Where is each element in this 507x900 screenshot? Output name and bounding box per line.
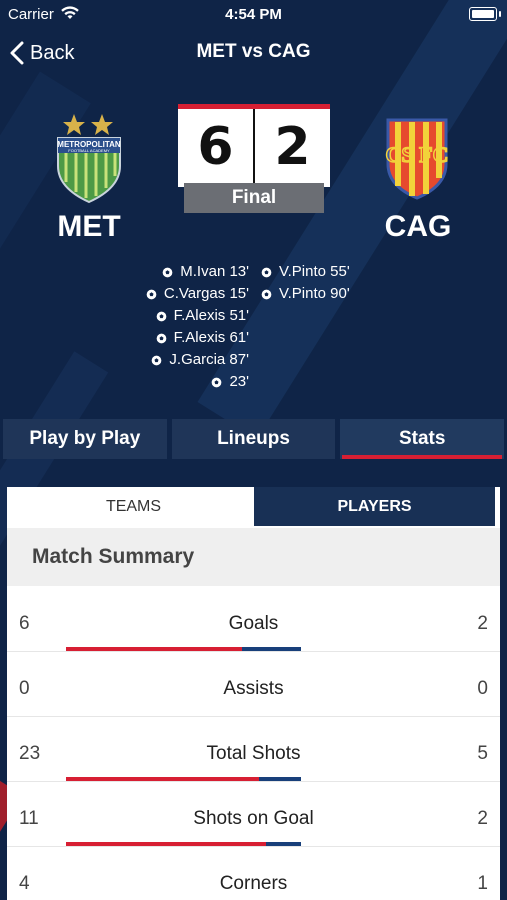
goal-scorer-text: J.Garcia 87' bbox=[169, 351, 249, 368]
goal-scorer-text: F.Alexis 51' bbox=[173, 307, 249, 324]
goal-scorer-text: 23' bbox=[229, 373, 249, 390]
goal-scorer-text: M.Ivan 13' bbox=[180, 263, 249, 280]
match-summary-title: Match Summary bbox=[32, 545, 195, 568]
section-tabs: Play by Play Lineups Stats bbox=[3, 419, 505, 459]
goal-scorer: C.Vargas 15' bbox=[146, 283, 249, 305]
soccer-ball-icon bbox=[156, 311, 166, 321]
goal-scorer-text: C.Vargas 15' bbox=[163, 285, 249, 302]
match-status-badge: Final bbox=[184, 183, 324, 213]
goal-scorer: M.Ivan 13' bbox=[146, 261, 249, 283]
home-crest-subtext: FOOTBALL ACADEMY bbox=[68, 148, 110, 153]
goal-scorer: V.Pinto 55' bbox=[261, 261, 350, 283]
stat-bar-home bbox=[66, 842, 266, 846]
stat-comparison-bar bbox=[66, 842, 301, 846]
soccer-ball-icon bbox=[162, 267, 173, 277]
goal-scorer: F.Alexis 61' bbox=[146, 327, 249, 349]
stat-row: 6 Goals 2 bbox=[7, 587, 500, 652]
subtab-teams[interactable]: TEAMS bbox=[13, 487, 254, 526]
away-team-abbr: CAG bbox=[384, 210, 452, 243]
goal-scorer: J.Garcia 87' bbox=[146, 349, 249, 371]
home-scorers-list: M.Ivan 13' C.Vargas 15' F.Alexis 51' F.Alex… bbox=[146, 261, 249, 393]
stat-row: 11 Shots on Goal 2 bbox=[7, 782, 500, 847]
soccer-ball-icon bbox=[261, 267, 272, 277]
stats-card: TEAMS PLAYERS Match Summary 6 Goals 2 0 Assi… bbox=[7, 487, 500, 900]
stat-away-value: 2 bbox=[477, 613, 488, 634]
tab-play-by-play[interactable]: Play by Play bbox=[3, 419, 167, 459]
stat-label: Goals bbox=[228, 613, 279, 634]
clock: 4:54 PM bbox=[225, 6, 282, 23]
away-team-crest: CS FC bbox=[385, 118, 449, 200]
stat-label: Total Shots bbox=[206, 743, 301, 764]
match-summary-header: Match Summary bbox=[7, 528, 500, 586]
stat-bar-away bbox=[242, 647, 301, 651]
goal-scorer: V.Pinto 90' bbox=[261, 283, 350, 305]
tab-lineups[interactable]: Lineups bbox=[171, 419, 336, 459]
stat-row: 23 Total Shots 5 bbox=[7, 717, 500, 782]
page-title: MET vs CAG bbox=[196, 41, 311, 62]
status-bar: Carrier 4:54 PM bbox=[0, 0, 507, 30]
home-team-abbr: MET bbox=[57, 210, 121, 243]
stat-comparison-bar bbox=[66, 647, 301, 651]
battery-icon bbox=[469, 7, 501, 21]
stat-bar-away bbox=[265, 842, 301, 846]
stat-away-value: 2 bbox=[477, 808, 488, 829]
goal-scorer-text: F.Alexis 61' bbox=[173, 329, 249, 346]
stat-label: Shots on Goal bbox=[193, 808, 314, 829]
home-team-crest: METROPOLITAN FOOTBALL ACADEMY bbox=[57, 114, 121, 204]
stat-away-value: 0 bbox=[477, 678, 488, 699]
stat-away-value: 1 bbox=[477, 873, 488, 894]
stat-row: 0 Assists 0 bbox=[7, 652, 500, 717]
stat-label: Assists bbox=[223, 678, 284, 699]
away-scorers-list: V.Pinto 55' V.Pinto 90' bbox=[261, 261, 350, 305]
goal-scorer-text: V.Pinto 90' bbox=[279, 285, 350, 302]
home-score: 6 bbox=[197, 117, 234, 177]
stat-comparison-bar bbox=[66, 777, 301, 781]
soccer-ball-icon bbox=[152, 355, 162, 365]
away-score: 2 bbox=[274, 117, 311, 177]
stat-away-value: 5 bbox=[477, 743, 488, 764]
away-crest-text: CS FC bbox=[386, 142, 449, 167]
scoreboard: 6 2 bbox=[178, 104, 330, 187]
soccer-ball-icon bbox=[261, 289, 272, 299]
soccer-ball-icon bbox=[156, 333, 166, 343]
stats-subtabs: TEAMS PLAYERS bbox=[13, 487, 495, 526]
stat-bar-home bbox=[66, 777, 259, 781]
goal-scorer: F.Alexis 51' bbox=[146, 305, 249, 327]
soccer-ball-icon bbox=[146, 289, 157, 299]
soccer-ball-icon bbox=[212, 377, 222, 387]
stat-row: 4 Corners 1 bbox=[7, 847, 500, 900]
stat-bar-home bbox=[66, 647, 243, 651]
stat-bar-away bbox=[258, 777, 301, 781]
stat-label: Corners bbox=[219, 873, 288, 894]
subtab-players[interactable]: PLAYERS bbox=[254, 487, 495, 526]
goal-scorer: 23' bbox=[146, 371, 249, 393]
tab-stats[interactable]: Stats bbox=[340, 419, 505, 459]
goal-scorer-text: V.Pinto 55' bbox=[279, 263, 350, 280]
